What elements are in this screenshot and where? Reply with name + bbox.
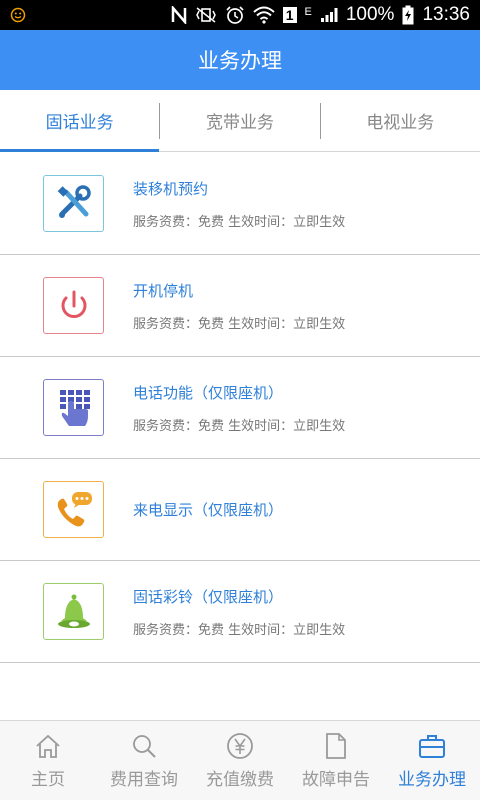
nav-label: 业务办理 [398,770,466,790]
nav-billing-query[interactable]: 费用查询 [96,721,192,800]
tab-label: 宽带业务 [205,113,274,133]
status-bar: 1 E 100% 13:36 [0,0,480,30]
title-bar: 业务办理 [0,30,480,90]
tab-label: 固话业务 [45,113,114,133]
nav-business[interactable]: 业务办理 [384,721,480,800]
face-icon [10,7,26,23]
signal-icon [320,7,338,23]
nav-label: 充值缴费 [206,770,274,790]
search-icon [131,731,157,761]
page-title: 业务办理 [198,49,282,73]
service-list: 装移机预约 服务资费：免费 生效时间：立即生效 开机停机 服务资费：免费 生效时… [0,153,480,663]
nav-label: 主页 [31,770,65,790]
nav-recharge[interactable]: 充值缴费 [192,721,288,800]
service-item-phone-features[interactable]: 电话功能（仅限座机） 服务资费：免费 生效时间：立即生效 [0,357,480,459]
tab-tv[interactable]: 电视业务 [321,90,480,151]
service-title: 固话彩铃（仅限座机） [133,587,284,606]
nfc-n-icon [171,6,187,24]
tab-landline[interactable]: 固话业务 [0,90,160,152]
bottom-nav: 主页 费用查询 充值缴费 故障申告 业务办理 [0,720,480,800]
service-desc: 服务资费：免费 生效时间：立即生效 [133,418,346,434]
service-title: 装移机预约 [133,179,209,198]
vibrate-icon [195,6,217,24]
bell-icon [43,583,104,640]
service-title: 电话功能（仅限座机） [133,383,284,402]
service-title: 来电显示（仅限座机） [133,501,284,519]
battery-charging-icon [402,5,414,25]
service-title: 开机停机 [133,281,194,300]
edge-e-icon: E [304,6,312,18]
yen-icon [226,731,254,761]
service-tabs: 固话业务 宽带业务 电视业务 [0,90,480,152]
sim-1-icon: 1 [282,7,297,23]
service-item-install[interactable]: 装移机预约 服务资费：免费 生效时间：立即生效 [0,153,480,255]
briefcase-icon [418,731,446,761]
battery-percent: 100% [345,4,395,25]
power-icon [43,277,104,334]
caller-id-icon [43,481,104,538]
nav-label: 费用查询 [110,770,178,790]
tab-label: 电视业务 [366,113,435,133]
clock: 13:36 [422,4,470,25]
keypad-icon [43,379,104,436]
nav-label: 故障申告 [302,770,370,790]
tab-broadband[interactable]: 宽带业务 [160,90,319,151]
service-desc: 服务资费：免费 生效时间：立即生效 [133,214,346,230]
service-item-caller-id[interactable]: 来电显示（仅限座机） [0,459,480,561]
service-item-power[interactable]: 开机停机 服务资费：免费 生效时间：立即生效 [0,255,480,357]
document-icon [325,731,347,761]
nav-fault-report[interactable]: 故障申告 [288,721,384,800]
service-desc: 服务资费：免费 生效时间：立即生效 [133,622,346,638]
alarm-icon [225,5,245,25]
home-icon [34,731,62,761]
tools-icon [43,175,104,232]
nav-home[interactable]: 主页 [0,721,96,800]
wifi-icon [253,6,275,24]
service-item-ringback[interactable]: 固话彩铃（仅限座机） 服务资费：免费 生效时间：立即生效 [0,561,480,663]
service-desc: 服务资费：免费 生效时间：立即生效 [133,316,346,332]
